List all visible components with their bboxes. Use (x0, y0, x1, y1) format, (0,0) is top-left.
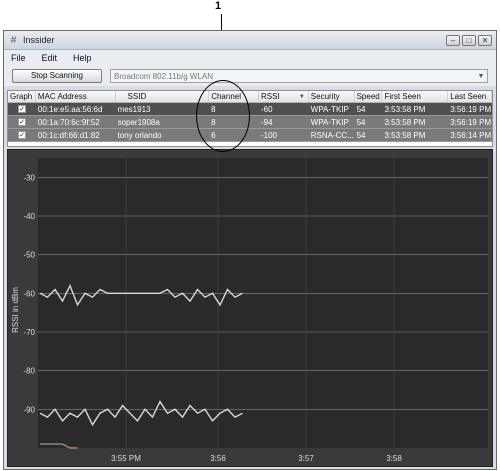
app-window: # Inssider – □ ✕ File Edit Help Stop Sca… (3, 30, 497, 470)
x-tick-label: 3:58 (386, 454, 402, 463)
title-bar: # Inssider – □ ✕ (4, 31, 496, 50)
cell-speed: 54 (356, 105, 366, 114)
minimize-button[interactable]: – (446, 34, 460, 46)
col-rssi[interactable]: RSSI ▼ (259, 91, 309, 102)
y-tick-label: -50 (23, 251, 35, 260)
sort-desc-icon: ▼ (298, 94, 305, 100)
col-rssi-label: RSSI (260, 92, 280, 101)
adapter-dropdown[interactable]: Broadcom 802.11b/g WLAN ▼ (110, 69, 488, 83)
col-last-seen[interactable]: Last Seen (448, 91, 493, 102)
cell-rssi: -100 (260, 131, 277, 140)
window-title: Inssider (23, 35, 55, 45)
col-mac-address[interactable]: MAC Address (36, 91, 116, 102)
close-button[interactable]: ✕ (478, 34, 492, 46)
adapter-value: Broadcom 802.11b/g WLAN (114, 71, 214, 81)
chevron-down-icon[interactable]: ▼ (475, 73, 487, 80)
cell-last-seen: 3:56:19 PM (450, 118, 492, 127)
graph-checkbox[interactable]: ✓ (18, 131, 26, 139)
stop-scanning-button[interactable]: Stop Scanning (12, 69, 102, 83)
table-row[interactable]: ✓ 00:1c:df:66:d1:82 tony orlando 6 -100 … (8, 129, 492, 142)
table-row[interactable]: ✓ 00:1a:70:6c:9f:52 soper1908a 8 -94 WPA… (8, 116, 492, 129)
window-controls: – □ ✕ (446, 34, 492, 46)
y-tick-label: -90 (23, 405, 35, 414)
callout-ellipse (196, 80, 250, 152)
toolbar: Stop Scanning Broadcom 802.11b/g WLAN ▼ (4, 66, 496, 86)
menu-help[interactable]: Help (70, 53, 95, 63)
cell-speed: 54 (356, 131, 366, 140)
cell-security: WPA-TKIP (310, 118, 349, 127)
cell-first-seen: 3:53:58 PM (384, 105, 426, 114)
col-speed[interactable]: Speed (355, 91, 383, 102)
cell-mac: 00:1a:70:6c:9f:52 (37, 118, 100, 127)
col-security[interactable]: Security (309, 91, 355, 102)
menu-edit[interactable]: Edit (39, 53, 61, 63)
cell-security: WPA-TKIP (310, 105, 349, 114)
x-tick-label: 3:57 (298, 454, 314, 463)
x-tick-label: 3:56 (210, 454, 226, 463)
y-axis-label: RSSI in dBm (11, 287, 20, 333)
table-row[interactable]: ✓ 00:1e:e5:aa:56:6d mes1913 8 -60 WPA-TK… (8, 103, 492, 116)
cell-security: RSNA-CC... (310, 131, 354, 140)
graph-checkbox[interactable]: ✓ (18, 118, 26, 126)
x-tick-label: 3:55 PM (111, 454, 141, 463)
networks-table: Graph MAC Address SSID Channel RSSI ▼ Se… (7, 90, 493, 147)
plot-area (38, 158, 488, 448)
y-tick-label: -60 (23, 289, 35, 298)
col-first-seen[interactable]: First Seen (382, 91, 449, 102)
cell-last-seen: 3:56:14 PM (450, 131, 492, 140)
callout-number: 1 (215, 0, 222, 12)
cell-first-seen: 3:53:58 PM (384, 131, 426, 140)
cell-last-seen: 3:56:19 PM (450, 105, 492, 114)
y-tick-label: -30 (23, 173, 35, 182)
menu-file[interactable]: File (8, 53, 29, 63)
rssi-chart: -30 -40 -50 -60 -70 -80 -90 3:55 PM 3:56 3:57 3:58… (11, 158, 488, 463)
app-icon: # (10, 34, 17, 46)
menu-bar: File Edit Help (4, 50, 496, 66)
cell-speed: 54 (356, 118, 366, 127)
col-ssid[interactable]: SSID (116, 91, 210, 102)
table-header: Graph MAC Address SSID Channel RSSI ▼ Se… (8, 91, 493, 103)
maximize-button[interactable]: □ (462, 34, 476, 46)
cell-mac: 00:1c:df:66:d1:82 (37, 131, 100, 140)
graph-checkbox[interactable]: ✓ (18, 105, 26, 113)
col-graph[interactable]: Graph (8, 91, 36, 102)
y-tick-label: -80 (23, 367, 35, 376)
cell-first-seen: 3:53:58 PM (384, 118, 426, 127)
y-tick-label: -40 (23, 212, 35, 221)
rssi-graph-panel: -30 -40 -50 -60 -70 -80 -90 3:55 PM 3:56 3:57 3:58… (7, 149, 493, 467)
cell-rssi: -94 (260, 118, 273, 127)
y-tick-label: -70 (23, 328, 35, 337)
cell-rssi: -60 (260, 105, 273, 114)
cell-mac: 00:1e:e5:aa:56:6d (37, 105, 103, 114)
cell-ssid: tony orlando (117, 131, 162, 140)
